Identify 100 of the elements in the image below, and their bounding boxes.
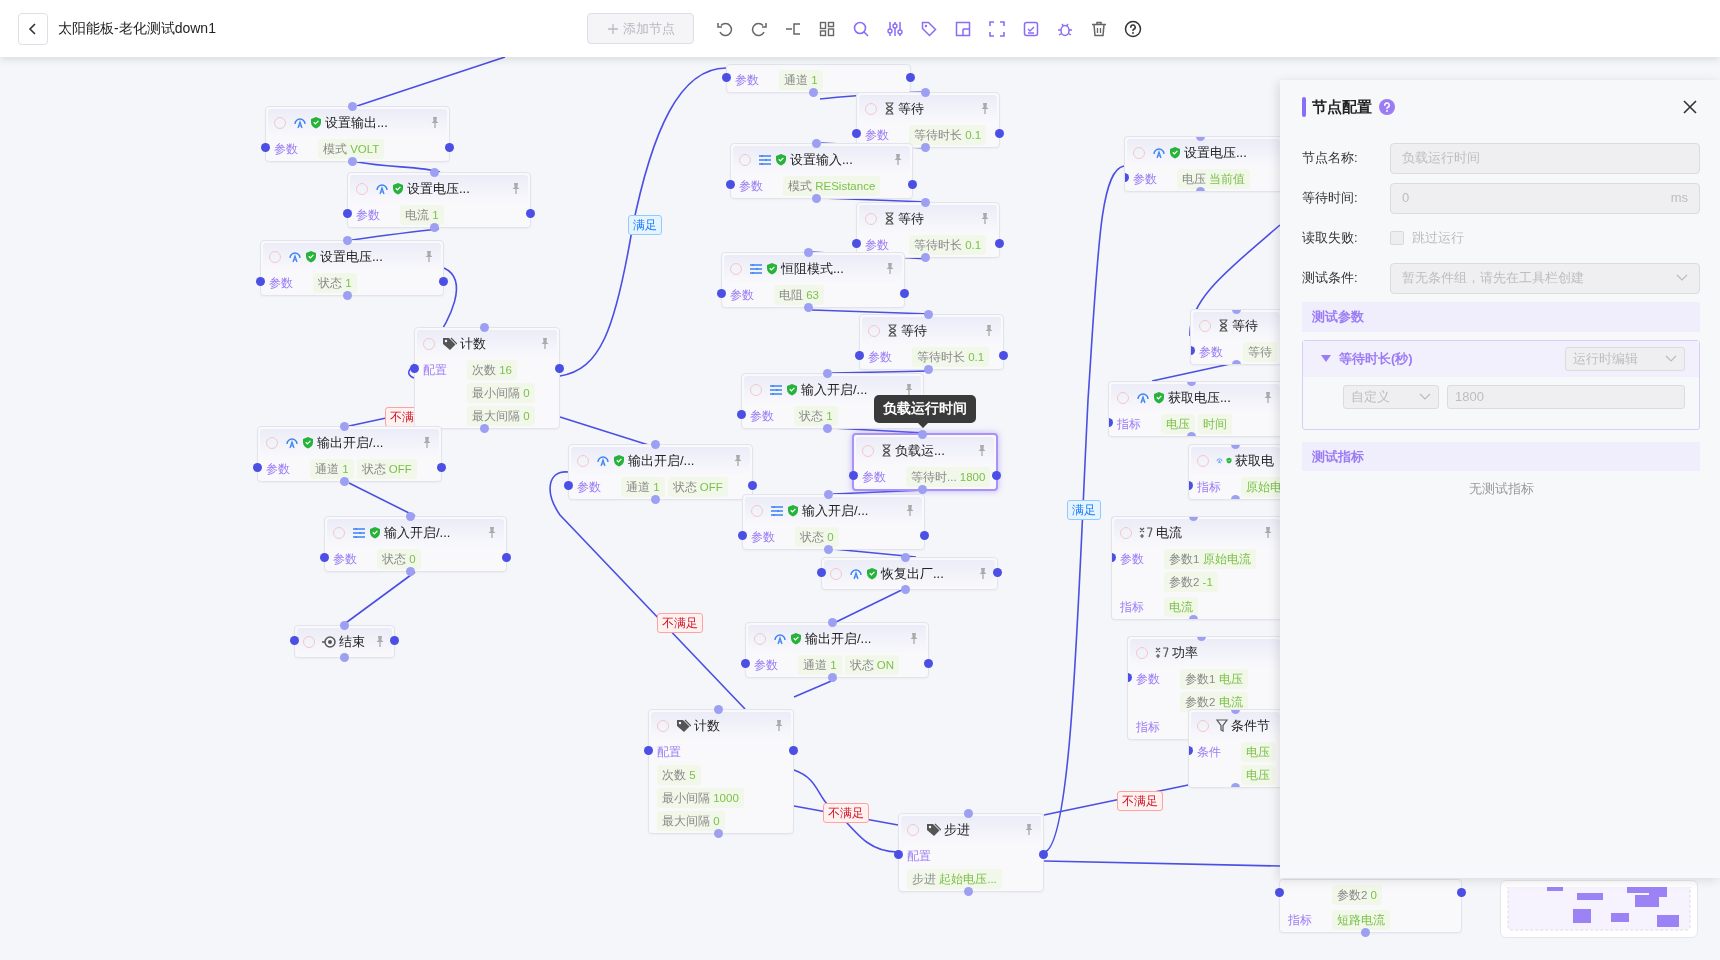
input-port[interactable] [644, 746, 653, 755]
output-port[interactable] [555, 364, 564, 373]
input-port[interactable] [737, 410, 746, 419]
output-port[interactable] [439, 277, 448, 286]
input-port[interactable] [849, 471, 858, 480]
top-port[interactable] [823, 369, 833, 378]
input-port[interactable] [894, 850, 903, 859]
bottom-port[interactable] [963, 887, 973, 896]
top-port[interactable] [920, 198, 930, 207]
bottom-port[interactable] [713, 829, 723, 838]
bottom-port[interactable] [340, 477, 350, 486]
output-port[interactable] [445, 143, 454, 152]
checklist-icon[interactable] [1022, 19, 1040, 38]
input-port[interactable] [738, 531, 747, 540]
flow-node[interactable]: 条件节 条件 电压 电压 [1188, 709, 1282, 788]
help-icon[interactable] [1124, 19, 1142, 38]
top-port[interactable] [917, 430, 927, 439]
output-port[interactable] [390, 636, 399, 645]
bottom-port[interactable] [823, 424, 833, 433]
output-port[interactable] [1457, 888, 1466, 897]
bottom-port[interactable] [342, 291, 352, 300]
top-port[interactable] [342, 236, 352, 245]
bottom-port[interactable] [809, 88, 819, 97]
top-port[interactable] [339, 621, 349, 630]
input-port[interactable] [343, 209, 352, 218]
bottom-port[interactable] [900, 585, 910, 594]
trash-icon[interactable] [1090, 19, 1108, 38]
top-port[interactable] [429, 168, 439, 177]
layout-icon[interactable] [954, 19, 972, 38]
output-port[interactable] [992, 471, 1001, 480]
top-port[interactable] [827, 618, 837, 627]
top-port[interactable] [963, 809, 973, 818]
output-port[interactable] [995, 129, 1004, 138]
sliders-icon[interactable] [886, 19, 904, 38]
input-port[interactable] [564, 481, 573, 490]
input-port[interactable] [852, 239, 861, 248]
top-port[interactable] [479, 323, 489, 332]
flow-node[interactable]: 电流 参数 参数1 原始电流 参数2 -1 指标 电流 [1111, 516, 1282, 620]
tag-icon[interactable] [920, 19, 938, 38]
input-port[interactable] [253, 463, 262, 472]
bottom-port[interactable] [339, 653, 349, 662]
bottom-port[interactable] [920, 143, 930, 152]
output-port[interactable] [526, 209, 535, 218]
bottom-port[interactable] [348, 157, 358, 166]
output-port[interactable] [999, 351, 1008, 360]
top-port[interactable] [900, 553, 910, 562]
input-port[interactable] [261, 143, 270, 152]
input-port[interactable] [722, 73, 731, 82]
flow-node[interactable]: 获取电压... 指标 电压 时间 [1108, 381, 1282, 437]
flow-node[interactable]: 获取电 指标 原始电 [1188, 444, 1282, 500]
output-port[interactable] [437, 463, 446, 472]
top-port[interactable] [803, 248, 813, 257]
top-port[interactable] [340, 422, 350, 431]
output-port[interactable] [789, 746, 798, 755]
input-port[interactable] [855, 351, 864, 360]
input-port[interactable] [290, 636, 299, 645]
top-port[interactable] [713, 705, 723, 714]
bottom-port[interactable] [917, 485, 927, 494]
bottom-port[interactable] [651, 495, 661, 504]
bottom-port[interactable] [406, 567, 416, 576]
input-port[interactable] [852, 129, 861, 138]
input-port[interactable] [410, 364, 419, 373]
flow-node[interactable]: 等待 参数 等待 [1190, 309, 1282, 365]
bottom-port[interactable] [803, 303, 813, 312]
output-port[interactable] [995, 239, 1004, 248]
bottom-port[interactable] [824, 545, 834, 554]
input-port[interactable] [726, 180, 735, 189]
output-port[interactable] [906, 73, 915, 82]
top-port[interactable] [824, 490, 834, 499]
output-port[interactable] [924, 659, 933, 668]
minimap[interactable] [1500, 880, 1698, 938]
top-port[interactable] [924, 310, 934, 319]
bottom-port[interactable] [429, 223, 439, 232]
input-port[interactable] [1275, 888, 1284, 897]
output-port[interactable] [908, 180, 917, 189]
grid-icon[interactable] [818, 19, 836, 38]
input-port[interactable] [717, 289, 726, 298]
search-icon[interactable] [852, 19, 870, 38]
bottom-port[interactable] [920, 253, 930, 262]
top-port[interactable] [812, 139, 822, 148]
input-port[interactable] [817, 568, 826, 577]
bottom-port[interactable] [924, 365, 934, 374]
output-port[interactable] [1039, 850, 1048, 859]
input-port[interactable] [741, 659, 750, 668]
bottom-port[interactable] [479, 424, 489, 433]
output-port[interactable] [900, 289, 909, 298]
output-port[interactable] [502, 553, 511, 562]
top-port[interactable] [920, 88, 930, 97]
close-icon[interactable] [1682, 99, 1698, 115]
flow-node[interactable]: 设置电压... 参数 电压 当前值 [1124, 136, 1282, 192]
output-port[interactable] [920, 531, 929, 540]
output-port[interactable] [993, 568, 1002, 577]
input-port[interactable] [256, 277, 265, 286]
input-port[interactable] [320, 553, 329, 562]
top-port[interactable] [406, 512, 416, 521]
flow-node[interactable]: 负载运... 参数 等待时... 1800 [852, 433, 998, 491]
bottom-port[interactable] [1361, 928, 1371, 937]
bottom-port[interactable] [827, 673, 837, 682]
bottom-port[interactable] [812, 194, 822, 203]
fullscreen-icon[interactable] [988, 19, 1006, 38]
